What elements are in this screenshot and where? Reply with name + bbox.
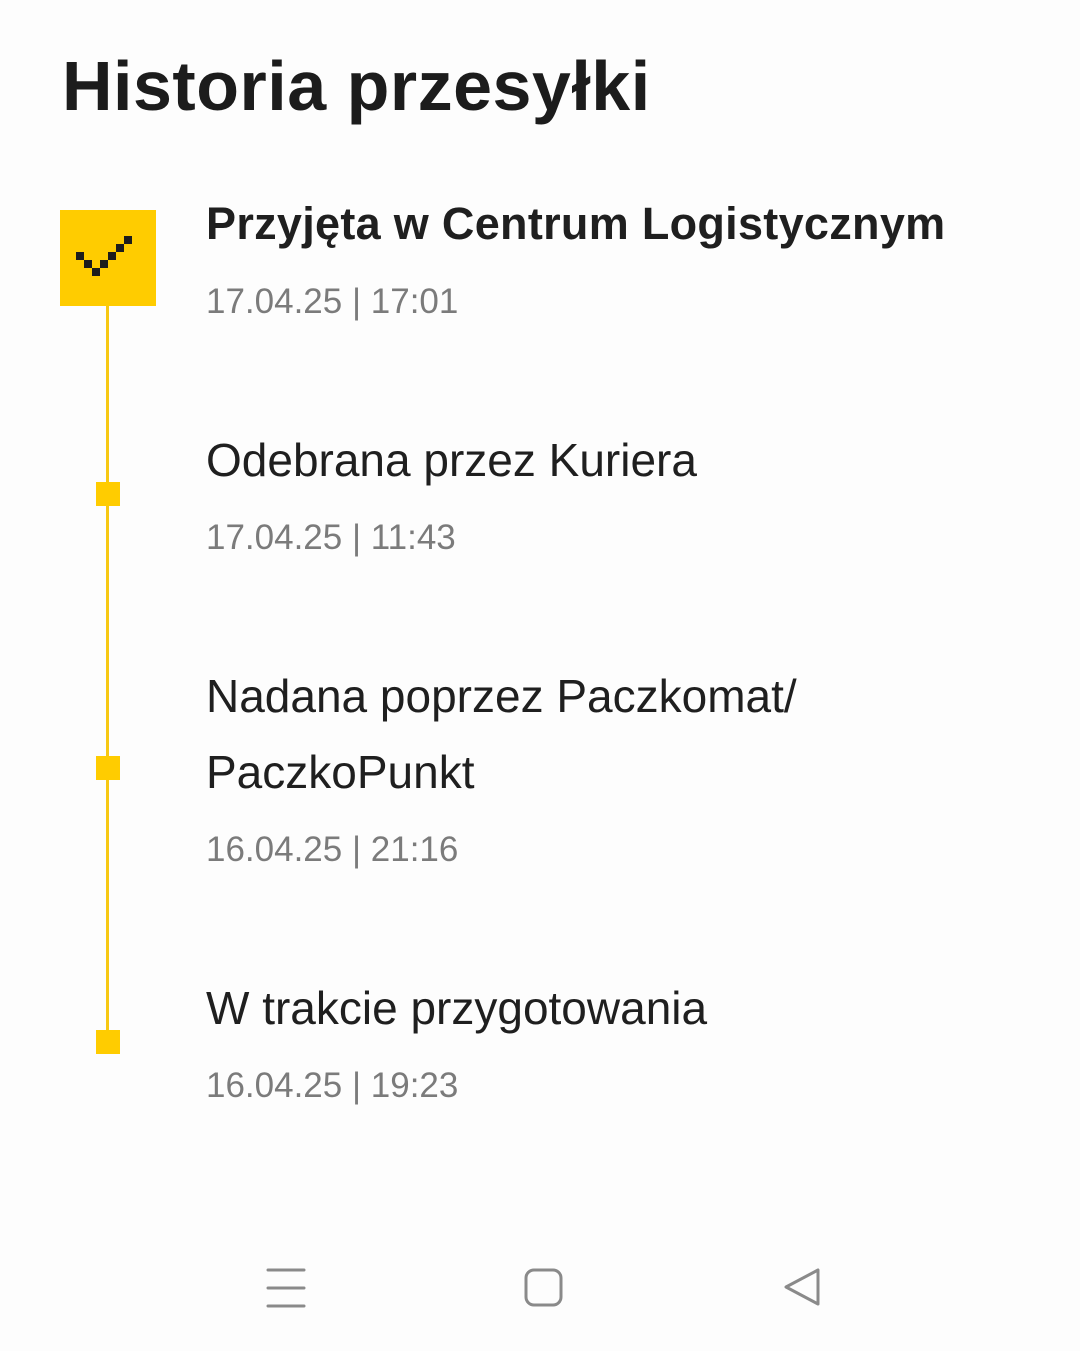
event-title: Nadana poprzez Paczkomat/ PaczkoPunkt: [206, 670, 797, 798]
menu-icon: [266, 1268, 306, 1308]
timeline-dot: [96, 1030, 120, 1054]
check-icon: [76, 236, 132, 276]
timeline-dot: [96, 756, 120, 780]
timeline-event: W trakcie przygotowania 16.04.25 | 19:23: [206, 970, 1036, 1106]
home-button[interactable]: [514, 1260, 574, 1320]
event-timestamp: 17.04.25 | 17:01: [206, 282, 459, 321]
home-icon: [524, 1268, 563, 1307]
timeline-event: Nadana poprzez Paczkomat/ PaczkoPunkt 16…: [206, 658, 886, 870]
event-title: W trakcie przygotowania: [206, 982, 708, 1034]
event-timestamp: 16.04.25 | 21:16: [206, 830, 459, 869]
timeline-dot: [96, 482, 120, 506]
system-navigation-bar: [0, 1230, 1080, 1351]
timeline-line: [106, 300, 109, 1042]
event-title: Odebrana przez Kuriera: [206, 434, 697, 486]
page-title: Historia przesyłki: [62, 47, 651, 125]
menu-button[interactable]: [256, 1260, 316, 1320]
event-timestamp: 16.04.25 | 19:23: [206, 1066, 459, 1105]
event-timestamp: 17.04.25 | 11:43: [206, 518, 456, 557]
timeline-event: Odebrana przez Kuriera 17.04.25 | 11:43: [206, 422, 1036, 558]
event-title: Przyjęta w Centrum Logistycznym: [206, 198, 946, 249]
current-status-marker: [60, 210, 156, 306]
timeline-event: Przyjęta w Centrum Logistycznym 17.04.25…: [206, 186, 1036, 322]
back-button[interactable]: [772, 1260, 832, 1320]
back-icon: [784, 1268, 820, 1306]
